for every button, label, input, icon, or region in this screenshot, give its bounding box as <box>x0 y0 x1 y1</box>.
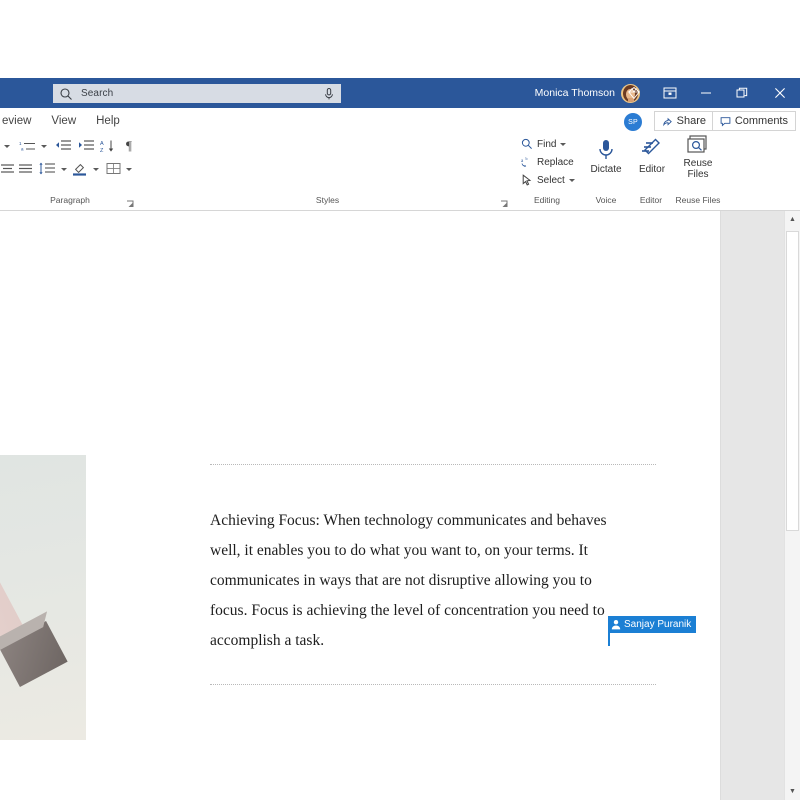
svg-text:b: b <box>526 156 528 161</box>
building-shape <box>0 455 25 740</box>
coauthor-presence-badge[interactable]: SP <box>624 113 642 131</box>
line-spacing-caret[interactable] <box>58 162 70 176</box>
dictate-button[interactable]: Dictate <box>583 138 629 175</box>
list-caret-2[interactable] <box>37 138 51 154</box>
reuse-files-button[interactable]: Reuse Files <box>675 134 721 180</box>
diamond-premium-icon[interactable] <box>616 78 652 108</box>
select-button[interactable]: Select <box>521 174 575 186</box>
find-caret-icon <box>560 143 566 146</box>
group-label-editor: Editor <box>630 192 672 208</box>
find-label: Find <box>537 139 556 150</box>
reuse-files-label: Reuse Files <box>675 158 721 180</box>
document-page[interactable]: encesr focus <box>0 211 720 800</box>
share-label: Share <box>677 115 706 127</box>
word-window: Search Monica Thomson <box>0 0 800 800</box>
group-label-reuse-files: Reuse Files <box>674 192 722 208</box>
minimize-icon[interactable] <box>688 78 724 108</box>
divider-top <box>210 464 656 465</box>
scroll-down-button[interactable]: ▼ <box>785 783 800 800</box>
divider-bottom <box>210 684 656 685</box>
ribbon-group-labels: Paragraph Styles Editing Voice Editor Re… <box>0 192 800 211</box>
account-name: Monica Thomson <box>535 87 615 99</box>
document-heading: encesr focus <box>0 229 226 429</box>
tab-view[interactable]: View <box>41 108 86 134</box>
styles-dialog-launcher[interactable] <box>500 196 509 205</box>
show-formatting-marks-icon[interactable]: ¶ <box>120 136 138 156</box>
microphone-icon <box>596 138 616 162</box>
borders-caret[interactable] <box>123 162 135 176</box>
search-box[interactable]: Search <box>53 84 341 103</box>
align-justify-icon[interactable] <box>16 160 34 178</box>
scroll-up-icon: ▲ <box>789 216 796 223</box>
increase-indent-icon[interactable] <box>75 136 97 156</box>
shading-caret[interactable] <box>90 162 102 176</box>
editor-label: Editor <box>639 164 665 175</box>
tab-help[interactable]: Help <box>86 108 130 134</box>
align-center-icon[interactable] <box>0 160 16 178</box>
find-button[interactable]: Find <box>521 138 566 150</box>
close-icon[interactable] <box>760 78 800 108</box>
document-image[interactable] <box>0 455 86 740</box>
decrease-indent-icon[interactable] <box>52 136 74 156</box>
select-label: Select <box>537 175 565 186</box>
vertical-scrollbar[interactable]: ▲ ▼ <box>784 211 800 800</box>
replace-label: Replace <box>537 157 574 168</box>
sort-icon[interactable]: A Z <box>98 136 118 156</box>
svg-text:Z: Z <box>100 148 104 154</box>
reuse-files-icon <box>687 134 709 156</box>
scrollbar-thumb[interactable] <box>786 231 799 531</box>
ribbon-tabs: eview View Help <box>0 108 130 134</box>
group-label-styles: Styles <box>145 192 510 208</box>
building-ledge <box>0 621 68 687</box>
ribbon-body: 1 a A Z <box>0 134 800 192</box>
editor-button[interactable]: Editor <box>629 138 675 175</box>
select-icon <box>521 174 533 186</box>
svg-text:a: a <box>21 147 24 152</box>
editor-pen-icon <box>641 138 663 162</box>
search-input-placeholder[interactable]: Search <box>73 88 323 99</box>
scroll-up-button[interactable]: ▲ <box>785 211 800 228</box>
dictate-label: Dictate <box>590 164 621 175</box>
share-icon <box>662 116 673 127</box>
shading-icon[interactable] <box>70 160 90 178</box>
group-label-paragraph: Paragraph <box>0 192 140 208</box>
coauthor-cursor-flag[interactable]: Sanjay Puranik <box>608 616 696 633</box>
paragraph-dialog-launcher[interactable] <box>126 196 135 205</box>
document-paragraph[interactable]: Achieving Focus: When technology communi… <box>210 506 630 656</box>
svg-text:A: A <box>100 141 104 147</box>
multilevel-list-icon[interactable]: 1 a <box>16 136 38 156</box>
group-label-voice: Voice <box>584 192 628 208</box>
person-icon <box>611 619 621 630</box>
comments-button[interactable]: Comments <box>712 111 796 131</box>
select-caret-icon <box>569 179 575 182</box>
coauthor-name: Sanjay Puranik <box>624 619 691 630</box>
borders-icon[interactable] <box>103 160 123 178</box>
list-caret-1[interactable] <box>0 138 14 154</box>
tab-review[interactable]: eview <box>0 108 41 134</box>
line-spacing-icon[interactable] <box>36 160 58 178</box>
group-label-editing: Editing <box>514 192 580 208</box>
ribbon-tabs-row: eview View Help SP Share Comments <box>0 108 800 134</box>
svg-text:c: c <box>524 163 526 168</box>
scroll-down-icon: ▼ <box>789 788 796 795</box>
microphone-icon[interactable] <box>323 87 335 101</box>
comment-bubble-icon <box>720 116 731 127</box>
replace-button[interactable]: a b c Replace <box>521 156 574 168</box>
document-canvas[interactable]: encesr focus <box>0 211 784 800</box>
svg-text:1: 1 <box>19 141 22 146</box>
replace-icon: a b c <box>521 156 533 168</box>
comments-label: Comments <box>735 115 788 127</box>
share-button[interactable]: Share <box>654 111 714 131</box>
find-icon <box>521 138 533 150</box>
search-icon <box>59 87 73 101</box>
window-controls <box>616 78 800 108</box>
ribbon-display-options-icon[interactable] <box>652 78 688 108</box>
restore-icon[interactable] <box>724 78 760 108</box>
